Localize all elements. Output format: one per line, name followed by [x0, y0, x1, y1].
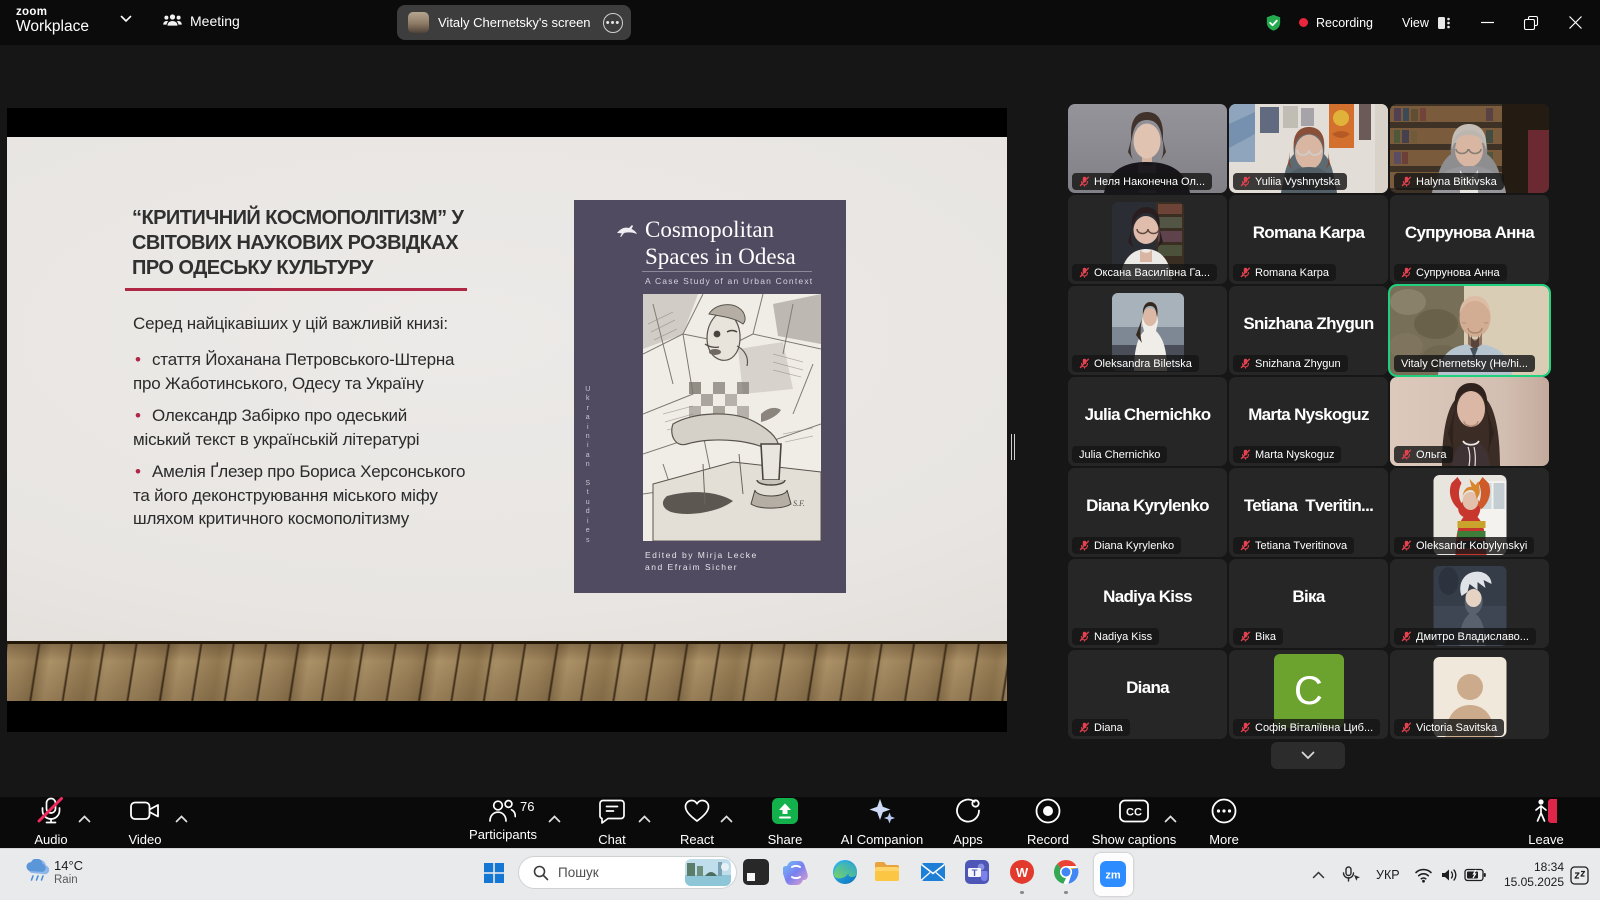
svg-text:zm: zm — [1105, 870, 1121, 882]
svg-text:CC: CC — [1126, 807, 1142, 819]
svg-text:S.F.: S.F. — [793, 499, 805, 508]
svg-text:W: W — [1016, 865, 1029, 880]
svg-text:T: T — [972, 868, 978, 879]
